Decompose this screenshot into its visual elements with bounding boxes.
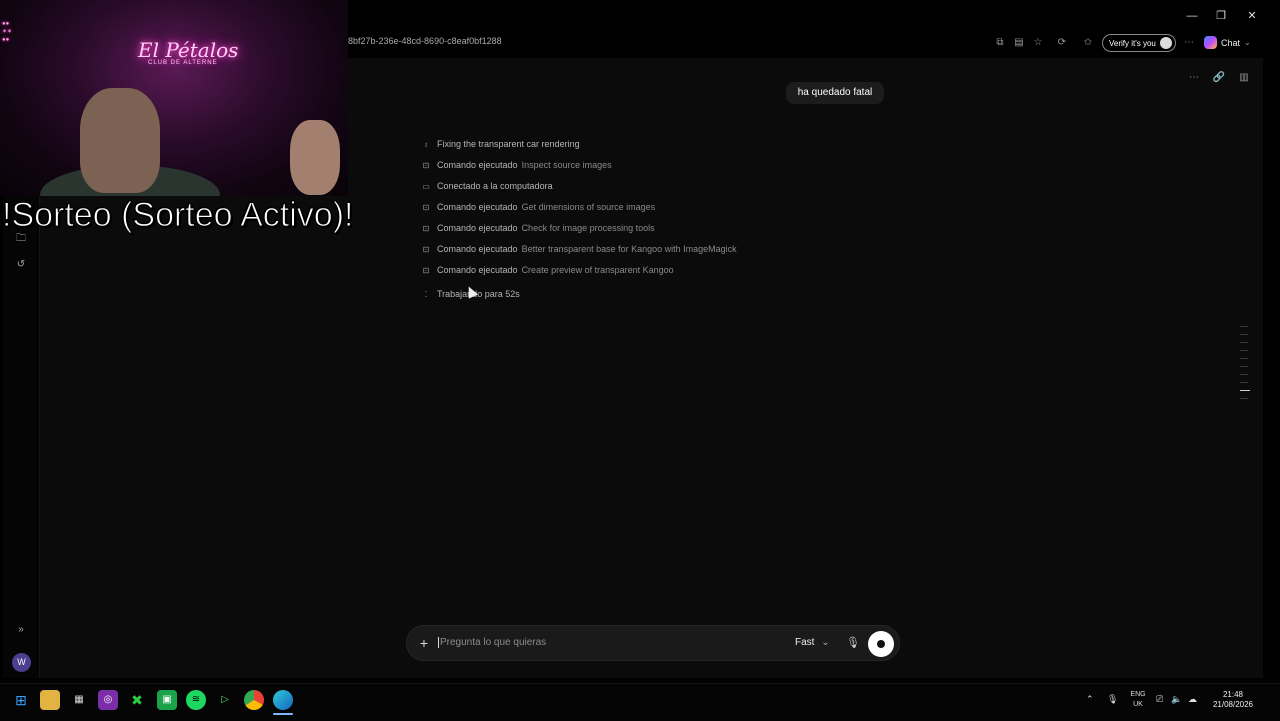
keyboard-layout: UK: [1133, 701, 1143, 708]
store-icon[interactable]: ▦: [69, 690, 89, 710]
link-icon[interactable]: 🔗: [1212, 71, 1226, 85]
step-item[interactable]: ⊡ Comando ejecutado Inspect source image…: [421, 158, 612, 172]
terminal-icon: ⊡: [422, 244, 430, 254]
webcam-overlay: ●● ✶✶ ●● El Pétalos CLUB DE ALTERNE: [0, 0, 348, 196]
step-item[interactable]: ⊡ Comando ejecutado Create preview of tr…: [421, 263, 674, 277]
step-item[interactable]: ▭ Conectado a la computadora: [421, 179, 557, 193]
step-label: Fixing the transparent car rendering: [437, 139, 580, 149]
network-icon[interactable]: ⎚: [1156, 694, 1163, 705]
step-item[interactable]: ⊡ Comando ejecutado Get dimensions of so…: [421, 200, 656, 214]
neon-logo: El Pétalos: [138, 38, 239, 62]
neon-logo-sub: CLUB DE ALTERNE: [148, 60, 218, 66]
step-detail: Get dimensions of source images: [521, 202, 656, 212]
favorites-icon[interactable]: ✩: [1080, 36, 1096, 50]
mode-label: Fast: [795, 637, 815, 648]
copilot-chat-button[interactable]: Chat ⌄: [1204, 36, 1251, 49]
close-icon[interactable]: ✕: [1242, 8, 1262, 24]
working-status: Trabajando para 52s: [437, 289, 520, 299]
file-explorer-icon[interactable]: [40, 690, 60, 710]
streamer-face: [80, 88, 160, 193]
step-item[interactable]: ⊡ Comando ejecutado Better transparent b…: [421, 242, 737, 256]
step-label: Comando ejecutado: [437, 160, 518, 170]
active-app-indicator: [273, 713, 293, 715]
app-icon[interactable]: ◎: [98, 690, 118, 710]
extensions-icon[interactable]: ⟳: [1054, 36, 1070, 50]
scroll-minimap[interactable]: [1240, 326, 1250, 406]
chat-label: Chat: [1221, 37, 1241, 48]
expand-sidebar-icon[interactable]: »: [14, 623, 28, 637]
side-panel-icon[interactable]: ▥: [1237, 71, 1251, 85]
step-label: Comando ejecutado: [437, 202, 518, 212]
chevron-down-icon: ⌄: [1244, 38, 1251, 47]
computer-icon: ▭: [422, 181, 430, 191]
mode-selector[interactable]: Fast ⌄: [795, 637, 830, 648]
windows-icon[interactable]: ⊞: [11, 690, 31, 710]
microphone-icon[interactable]: 🎙: [846, 636, 860, 649]
microphone-tray-icon[interactable]: 🎙: [1107, 694, 1118, 705]
system-clock[interactable]: 21:48 21/08/2026: [1210, 690, 1256, 710]
streamer-hand: [290, 120, 340, 195]
reading-view-icon[interactable]: ▤: [1011, 36, 1027, 50]
giveaway-caption: !Sorteo (Sorteo Activo)!: [2, 196, 354, 235]
verify-profile-button[interactable]: Verify it's you: [1102, 34, 1176, 52]
chrome-icon[interactable]: [244, 690, 264, 710]
chevron-up-icon[interactable]: ⌃: [1086, 694, 1094, 705]
onedrive-icon[interactable]: ☁: [1188, 694, 1197, 705]
add-attachment-icon[interactable]: +: [418, 636, 430, 650]
user-message-bubble: ha quedado fatal: [786, 82, 884, 104]
step-detail: Better transparent base for Kangoo with …: [521, 244, 737, 254]
lightbulb-icon: ♁: [423, 139, 429, 149]
step-detail: Inspect source images: [521, 160, 612, 170]
step-label: Comando ejecutado: [437, 265, 518, 275]
step-detail: Create preview of transparent Kangoo: [521, 265, 674, 275]
history-icon[interactable]: ↺: [14, 258, 28, 272]
prompt-input[interactable]: Pregunta lo que quieras: [438, 637, 546, 648]
stop-button[interactable]: [868, 631, 894, 657]
volume-icon[interactable]: 🔈: [1171, 694, 1182, 705]
profile-avatar-icon: [1159, 37, 1172, 49]
minimize-icon[interactable]: —: [1182, 8, 1202, 24]
terminal-icon: ⊡: [422, 160, 430, 170]
step-label: Comando ejecutado: [437, 244, 518, 254]
verify-label: Verify it's you: [1109, 38, 1156, 48]
stop-icon: [877, 640, 885, 648]
step-item[interactable]: ⊡ Comando ejecutado Check for image proc…: [421, 221, 655, 235]
play-icon[interactable]: ▷: [215, 690, 235, 710]
app-green-icon[interactable]: ▣: [157, 690, 177, 710]
step-label: Comando ejecutado: [437, 223, 518, 233]
clock-date: 21/08/2026: [1212, 700, 1254, 709]
chevron-down-icon: ⌄: [821, 637, 830, 648]
spotify-icon[interactable]: ≋: [186, 690, 206, 710]
more-options-icon[interactable]: ⋯: [1187, 71, 1201, 85]
terminal-icon: ⊡: [422, 202, 430, 212]
restore-icon[interactable]: ❐: [1211, 8, 1231, 24]
step-detail: Check for image processing tools: [521, 223, 655, 233]
address-bar[interactable]: 8bf27b-236e-48cd-8690-c8eaf0bf1288: [348, 36, 502, 46]
step-label: Conectado a la computadora: [437, 181, 553, 191]
user-avatar[interactable]: W: [12, 653, 31, 672]
language-indicator[interactable]: ENG UK: [1128, 690, 1148, 710]
favorite-star-icon[interactable]: ☆: [1030, 36, 1046, 50]
clock-time: 21:48: [1222, 690, 1244, 699]
xbox-icon[interactable]: ✖: [127, 690, 147, 710]
app-available-icon[interactable]: ⧉: [992, 36, 1008, 50]
step-item[interactable]: ♁ Fixing the transparent car rendering: [421, 137, 584, 151]
terminal-icon: ⊡: [422, 223, 430, 233]
terminal-icon: ⊡: [422, 265, 430, 275]
neon-sign: ●● ✶✶ ●●: [2, 21, 13, 43]
copilot-icon: [1204, 36, 1217, 49]
more-menu-icon[interactable]: ⋯: [1181, 36, 1197, 50]
edge-icon[interactable]: [273, 690, 293, 710]
language-code: ENG: [1130, 691, 1146, 698]
loading-icon: ⁚: [424, 289, 428, 299]
